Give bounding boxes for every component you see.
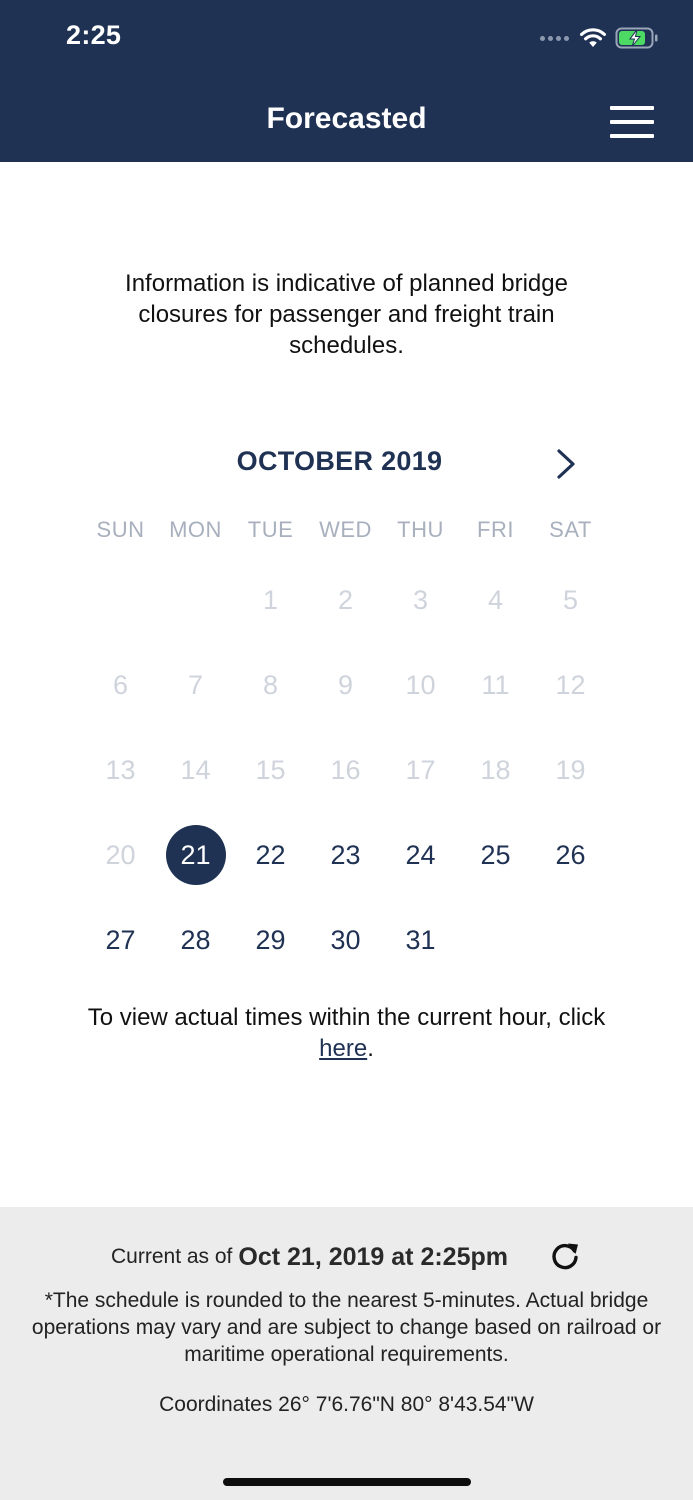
calendar-day[interactable]: 24	[383, 825, 458, 885]
calendar-week-row: 1 2 3 4 5	[83, 570, 608, 630]
updated-prefix: Current as of	[111, 1245, 233, 1268]
calendar-day: 14	[158, 740, 233, 800]
calendar-day: 5	[533, 570, 608, 630]
calendar-day-number: 20	[105, 839, 136, 870]
calendar-week-row: 27 28 29 30 31	[83, 910, 608, 970]
calendar-week-row: 13 14 15 16 17 18 19	[83, 740, 608, 800]
calendar-day: 7	[158, 655, 233, 715]
calendar-day-number: 25	[480, 839, 511, 870]
calendar-day[interactable]: 29	[233, 910, 308, 970]
calendar-day-number: 18	[480, 754, 511, 785]
calendar-day-number: 19	[555, 754, 586, 785]
calendar-day-number: 22	[255, 839, 286, 870]
calendar-day: 3	[383, 570, 458, 630]
calendar-day-number: 11	[481, 669, 510, 700]
here-link[interactable]: here	[319, 1035, 367, 1062]
calendar-day[interactable]: 22	[233, 825, 308, 885]
hour-note-text: To view actual times within the current …	[87, 1004, 606, 1031]
calendar-day: 18	[458, 740, 533, 800]
weekday-label: SAT	[549, 517, 592, 542]
calendar-day[interactable]: 25	[458, 825, 533, 885]
calendar-day[interactable]: 27	[83, 910, 158, 970]
calendar-day-number: 27	[105, 924, 136, 955]
calendar-day-number: 13	[105, 754, 136, 785]
calendar-day-number: 3	[412, 584, 429, 615]
status-bar-icons	[540, 24, 659, 52]
cellular-signal-icon	[540, 35, 569, 41]
calendar-day-number: 15	[255, 754, 286, 785]
calendar-day-number: 23	[330, 839, 361, 870]
updated-timestamp: Oct 21, 2019 at 2:25pm	[238, 1242, 508, 1271]
calendar-day-number: 5	[562, 584, 579, 615]
calendar-day[interactable]: 23	[308, 825, 383, 885]
calendar-day: 12	[533, 655, 608, 715]
calendar-day: 8	[233, 655, 308, 715]
calendar-day-number: 17	[405, 754, 436, 785]
calendar-day-number: 4	[487, 584, 504, 615]
weekday-label: MON	[169, 517, 222, 542]
calendar-day-number: 10	[405, 669, 436, 700]
calendar-day-number: 29	[255, 924, 286, 955]
calendar-day: 13	[83, 740, 158, 800]
last-updated-line: Current as of Oct 21, 2019 at 2:25pm	[0, 1240, 693, 1274]
chevron-right-icon[interactable]	[552, 446, 580, 482]
calendar-day: 10	[383, 655, 458, 715]
calendar-day-number: 1	[262, 584, 279, 615]
calendar-day-number: 30	[330, 924, 361, 955]
hamburger-menu-icon[interactable]	[608, 104, 656, 140]
weekday-label: THU	[397, 517, 444, 542]
calendar-day: 4	[458, 570, 533, 630]
calendar-day-number: 6	[112, 669, 129, 700]
battery-charging-icon	[615, 27, 658, 49]
calendar-day: 1	[233, 570, 308, 630]
weekday-label: FRI	[477, 517, 514, 542]
hour-note-end: .	[367, 1035, 374, 1062]
weekday-label: WED	[319, 517, 372, 542]
calendar-day-number: 9	[337, 669, 354, 700]
calendar-day-number: 14	[180, 754, 211, 785]
calendar-day-number: 2	[337, 584, 354, 615]
calendar-day: 17	[383, 740, 458, 800]
calendar-day-number: 24	[405, 839, 436, 870]
weekday-header-row: SUN MON TUE WED THU FRI SAT	[83, 517, 608, 543]
wifi-icon	[580, 28, 606, 47]
calendar-day-number: 28	[180, 924, 211, 955]
status-bar-time: 2:25	[66, 20, 122, 50]
weekday-label: SUN	[96, 517, 145, 542]
calendar-day: 19	[533, 740, 608, 800]
calendar-day: 16	[308, 740, 383, 800]
calendar-day-number: 26	[555, 839, 586, 870]
calendar-day: 9	[308, 655, 383, 715]
coordinates-text: Coordinates 26° 7'6.76"N 80° 8'43.54"W	[159, 1393, 534, 1416]
app-header: 2:25 Forecasted	[0, 0, 693, 162]
calendar-day: 20	[83, 825, 158, 885]
calendar-day-number: 8	[262, 669, 279, 700]
calendar-week-row: 20 21 22 23 24 25 26	[83, 825, 608, 885]
calendar-day[interactable]: 30	[308, 910, 383, 970]
info-description: Information is indicative of planned bri…	[125, 270, 568, 359]
home-indicator[interactable]	[223, 1478, 471, 1486]
calendar-day[interactable]: 28	[158, 910, 233, 970]
calendar-day: 2	[308, 570, 383, 630]
calendar-week-row: 6 7 8 9 10 11 12	[83, 655, 608, 715]
calendar-month-label: OCTOBER 2019	[236, 446, 443, 476]
schedule-disclaimer: *The schedule is rounded to the nearest …	[31, 1289, 662, 1366]
calendar-day-number: 31	[405, 924, 436, 955]
calendar-day-number: 16	[330, 754, 361, 785]
calendar-day: 11	[458, 655, 533, 715]
refresh-icon[interactable]	[548, 1240, 582, 1274]
calendar-day-selected[interactable]: 21	[158, 825, 233, 885]
calendar-day: 6	[83, 655, 158, 715]
page-title: Forecasted	[266, 102, 427, 135]
weekday-label: TUE	[247, 517, 294, 542]
calendar-day-number: 21	[165, 825, 226, 885]
calendar-day[interactable]: 31	[383, 910, 458, 970]
calendar-day-number: 12	[555, 669, 586, 700]
calendar-day: 15	[233, 740, 308, 800]
calendar-day[interactable]: 26	[533, 825, 608, 885]
current-hour-note: To view actual times within the current …	[80, 1002, 613, 1064]
calendar-day-number: 7	[187, 669, 204, 700]
footer-panel: Current as of Oct 21, 2019 at 2:25pm *Th…	[0, 1207, 693, 1500]
